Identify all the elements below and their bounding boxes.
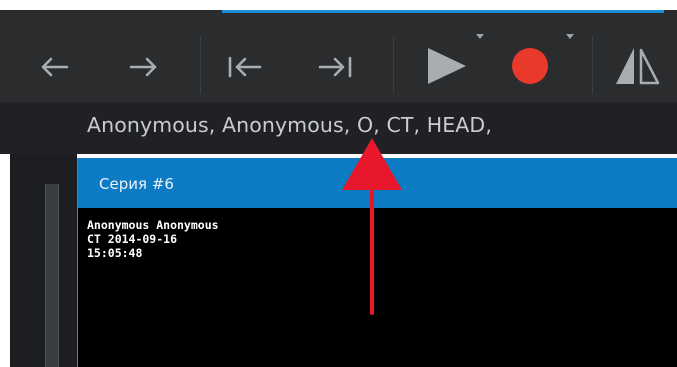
viewer-window: Anonymous, Anonymous, O, CT, HEAD, Серия… [0, 0, 677, 367]
annotation-arrow-icon [342, 138, 402, 315]
